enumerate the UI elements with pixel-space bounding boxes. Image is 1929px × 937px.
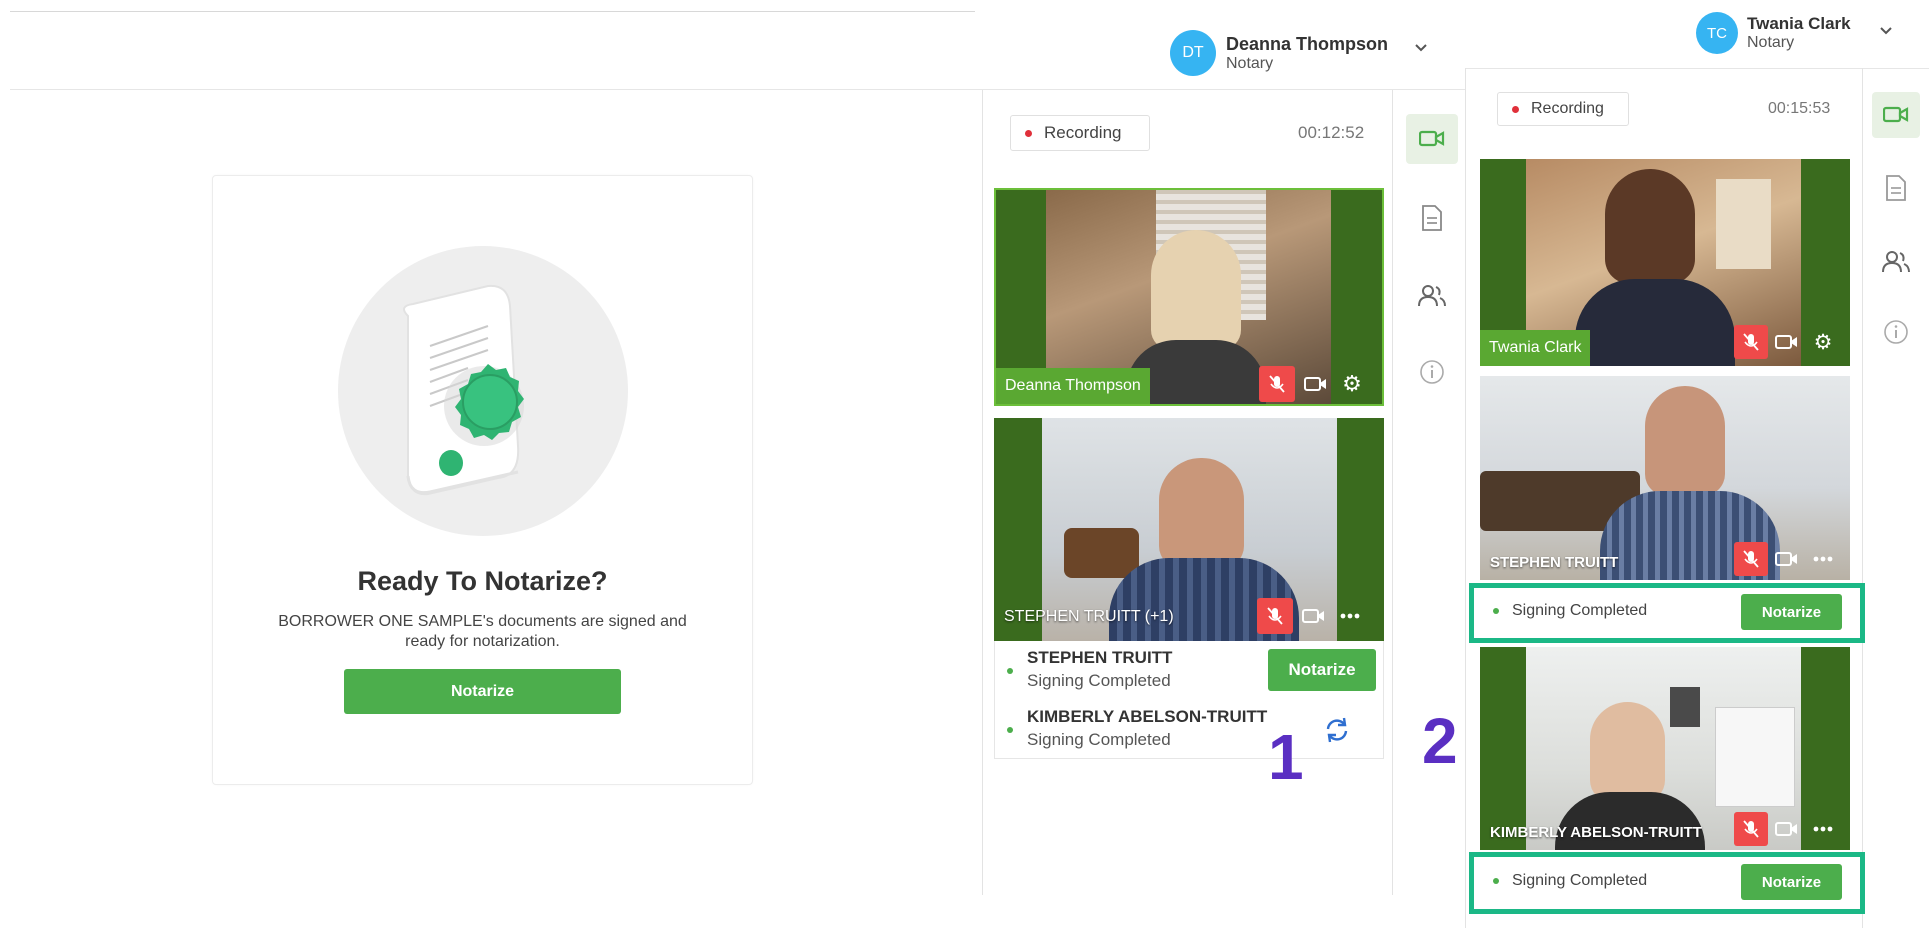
participant-name-label: STEPHEN TRUITT (+1)	[1004, 608, 1174, 625]
status-dot	[1007, 727, 1013, 733]
notarize-button[interactable]: Notarize	[1741, 594, 1842, 630]
certificate-seal-illustration	[403, 284, 524, 496]
panel2-header-divider	[1466, 68, 1929, 69]
video-camera-icon[interactable]	[1300, 602, 1328, 630]
video-camera-icon[interactable]	[1872, 92, 1920, 138]
ready-title: Ready To Notarize?	[357, 566, 608, 596]
wall-art	[1716, 179, 1771, 269]
microphone-muted-icon[interactable]	[1734, 812, 1768, 846]
wall-frame	[1670, 687, 1700, 727]
whiteboard	[1715, 707, 1795, 807]
person-figure	[1159, 458, 1244, 568]
settings-gear-icon[interactable]: ⚙	[1338, 370, 1366, 398]
screenshot-stage: Ready To Notarize? BORROWER ONE SAMPLE's…	[0, 0, 1929, 937]
person-figure	[1151, 230, 1241, 350]
person-figure	[1645, 386, 1725, 496]
panel1-rail-border	[1392, 90, 1393, 895]
info-icon[interactable]	[1880, 316, 1912, 348]
chevron-down-icon[interactable]	[1413, 40, 1429, 61]
recording-indicator: Recording	[1010, 115, 1150, 151]
video-camera-icon[interactable]	[1302, 370, 1330, 398]
document-icon[interactable]	[1880, 172, 1912, 204]
recording-dot	[1512, 105, 1519, 113]
participants-icon[interactable]	[1878, 246, 1914, 278]
microphone-muted-icon[interactable]	[1734, 325, 1768, 359]
avatar: DT	[1170, 30, 1216, 76]
recording-indicator: Recording	[1497, 92, 1629, 126]
participant-status: Signing Completed	[1027, 730, 1171, 749]
panel1-left-border	[982, 90, 983, 895]
person-shirt	[1575, 279, 1735, 366]
video-camera-icon[interactable]	[1774, 545, 1800, 573]
video-camera-icon[interactable]	[1774, 328, 1800, 356]
status-dot	[1493, 878, 1499, 884]
video-tile-stephen[interactable]: STEPHEN TRUITT (+1)	[994, 418, 1384, 641]
microphone-muted-icon[interactable]	[1734, 542, 1768, 576]
video-tile-kimberly[interactable]: KIMBERLY ABELSON-TRUITT	[1480, 647, 1850, 850]
participant-name-label: STEPHEN TRUITT	[1490, 554, 1619, 571]
brown-bag	[1064, 528, 1139, 578]
person-figure	[1590, 702, 1665, 802]
ready-description: BORROWER ONE SAMPLE's documents are sign…	[278, 613, 687, 650]
user-menu[interactable]: DT Deanna Thompson Notary	[1170, 26, 1420, 80]
info-icon[interactable]	[1416, 356, 1448, 388]
marker-two: 2	[1422, 705, 1458, 777]
user-role: Notary	[1747, 34, 1795, 51]
notarize-button[interactable]: Notarize	[344, 669, 621, 714]
more-options-icon[interactable]	[1810, 545, 1836, 573]
header-divider	[10, 89, 1465, 90]
session-timer: 00:12:52	[1298, 123, 1365, 142]
video-tile-twania[interactable]: Twania Clark ⚙	[1480, 159, 1850, 366]
marker-one: 1	[1268, 721, 1304, 793]
status-dot	[1007, 668, 1013, 674]
more-options-icon[interactable]	[1336, 602, 1364, 630]
participant-name-chip: Deanna Thompson	[996, 368, 1150, 404]
participants-icon[interactable]	[1414, 280, 1450, 312]
microphone-muted-icon[interactable]	[1259, 366, 1295, 402]
participant-name: STEPHEN TRUITT	[1027, 648, 1173, 667]
recording-label: Recording	[1044, 123, 1122, 142]
avatar: TC	[1696, 12, 1738, 54]
participant-status: Signing Completed	[1027, 671, 1171, 690]
user-name: Deanna Thompson	[1226, 33, 1389, 54]
settings-gear-icon[interactable]: ⚙	[1810, 328, 1836, 356]
panel2-left-border	[1465, 68, 1466, 928]
status-dot	[1493, 608, 1499, 614]
user-role: Notary	[1226, 54, 1274, 72]
top-divider	[10, 11, 975, 12]
signing-status-text: Signing Completed	[1512, 602, 1648, 619]
video-camera-icon[interactable]	[1406, 114, 1458, 164]
sync-icon[interactable]	[1322, 715, 1352, 745]
panel2-rail-border	[1862, 68, 1863, 928]
person-figure	[1605, 169, 1695, 284]
recording-dot	[1025, 129, 1032, 137]
recording-label: Recording	[1531, 100, 1604, 117]
document-icon[interactable]	[1416, 202, 1448, 234]
video-tile-deanna[interactable]: Deanna Thompson ⚙	[994, 188, 1384, 406]
video-camera-icon[interactable]	[1774, 815, 1800, 843]
participant-name: KIMBERLY ABELSON-TRUITT	[1027, 707, 1268, 726]
chevron-down-icon[interactable]	[1878, 23, 1894, 44]
microphone-muted-icon[interactable]	[1257, 598, 1293, 634]
notarize-button[interactable]: Notarize	[1268, 649, 1376, 691]
notarize-button[interactable]: Notarize	[1741, 864, 1842, 900]
video-tile-stephen[interactable]: STEPHEN TRUITT	[1480, 376, 1850, 580]
participant-name-label: KIMBERLY ABELSON-TRUITT	[1490, 824, 1702, 841]
user-name: Twania Clark	[1747, 14, 1851, 33]
more-options-icon[interactable]	[1810, 815, 1836, 843]
participant-name-chip: Twania Clark	[1480, 330, 1591, 366]
session-timer: 00:15:53	[1768, 100, 1831, 117]
signing-status-text: Signing Completed	[1512, 872, 1648, 889]
